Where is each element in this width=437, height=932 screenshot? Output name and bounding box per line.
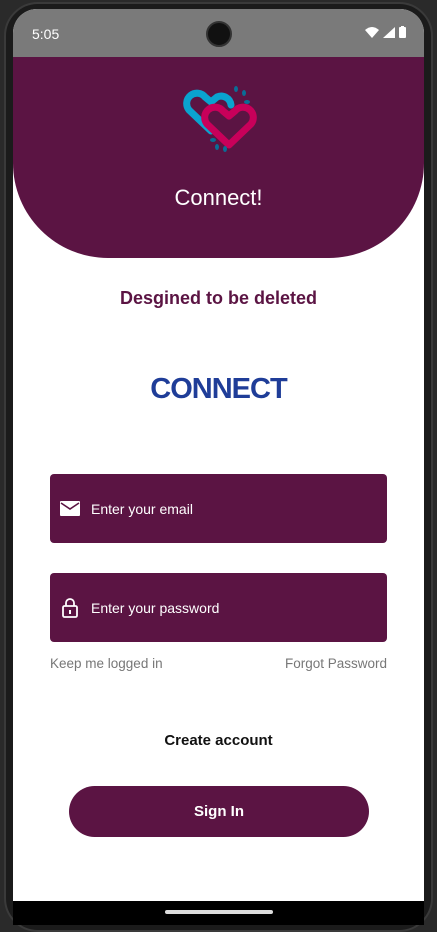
signal-icon <box>383 26 395 38</box>
email-field[interactable]: Enter your email <box>50 474 387 543</box>
battery-icon <box>399 26 406 38</box>
create-account-link[interactable]: Create account <box>13 732 424 749</box>
password-field[interactable]: Enter your password <box>50 573 387 642</box>
status-bar: 5:05 <box>13 9 424 57</box>
brand-logo: CONNECT <box>150 373 287 405</box>
app-title: Connect! <box>174 185 263 210</box>
screen: 5:05 Connect! Desgined to be deleted CON… <box>13 9 424 925</box>
lock-icon <box>50 597 90 618</box>
forgot-password-link[interactable]: Forgot Password <box>285 656 387 671</box>
tagline: Desgined to be deleted <box>119 288 318 308</box>
wifi-icon <box>365 26 379 38</box>
email-icon <box>50 501 90 516</box>
keep-logged-in-toggle[interactable]: Keep me logged in <box>50 656 163 671</box>
password-placeholder: Enter your password <box>91 599 220 616</box>
hearts-logo <box>183 86 257 152</box>
status-time: 5:05 <box>32 26 60 42</box>
home-handle[interactable] <box>165 910 273 914</box>
email-placeholder: Enter your email <box>91 500 193 517</box>
navigation-bar <box>13 901 424 925</box>
sign-in-button[interactable]: Sign In <box>69 786 369 837</box>
camera-cutout <box>206 21 232 47</box>
header: Connect! <box>13 57 424 258</box>
